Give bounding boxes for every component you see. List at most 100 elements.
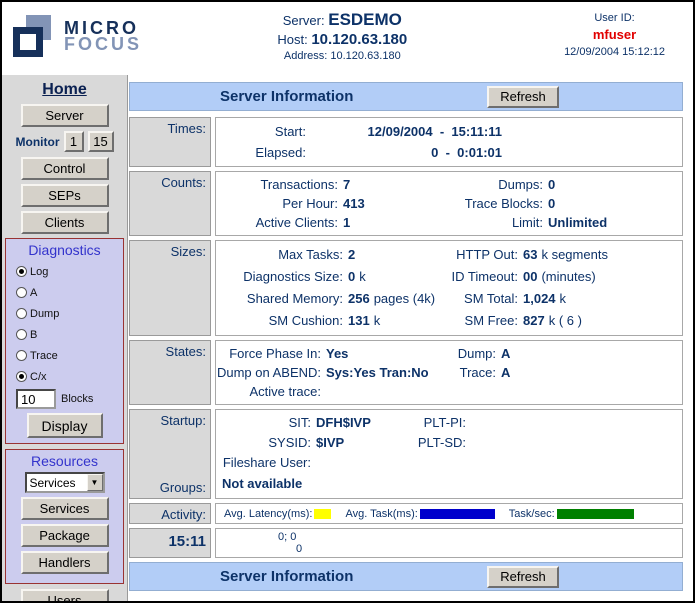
radio-trace-icon[interactable] [16,350,27,361]
monitor-label: Monitor [16,135,60,149]
server-label: Server: [283,13,325,28]
counts-row: Per Hour:413Trace Blocks:0 [216,194,682,213]
radio-log-icon[interactable] [16,266,27,277]
monitor-1-button[interactable]: 1 [64,131,84,152]
elapsed-value: 0 - 0:01:01 [306,142,502,163]
host-value: 10.120.63.180 [311,31,407,48]
radio-log[interactable]: Log [16,261,78,282]
monitor-15-button[interactable]: 15 [88,131,114,152]
states-values: Force Phase In:YesDump:A Dump on ABEND:S… [215,340,683,405]
activity-section: Activity: Avg. Latency(ms): Avg. Task(ms… [129,503,683,524]
startup-label-text: Startup: [160,413,206,428]
host-line: Host: 10.120.63.180 [277,31,407,48]
micro-focus-logo: MICRO FOCUS [12,12,142,60]
radio-log-label: Log [30,266,48,278]
main-content: Server Information Refresh Times: Start:… [128,75,693,603]
task-sec-swatch [557,509,634,519]
blocks-input[interactable] [16,389,56,409]
resources-dropdown-value: Services [27,474,87,491]
startup-row: Fileshare User: [216,453,682,473]
server-button[interactable]: Server [21,104,109,127]
footer-title: Server Information [220,568,353,585]
start-value: 12/09/2004 - 15:11:11 [306,121,502,142]
sizes-values: Max Tasks:2HTTP Out:63k segments Diagnos… [215,240,683,336]
es-admin-window: MICRO FOCUS Server: ESDEMO Host: 10.120.… [0,0,695,603]
server-name: ESDEMO [328,10,402,29]
control-button[interactable]: Control [21,157,109,180]
blocks-row: Blocks [8,389,121,409]
radio-a-icon[interactable] [16,287,27,298]
blocks-label: Blocks [61,393,93,405]
latency-swatch [314,509,331,519]
resources-panel: Resources Services ▼ Services Package Ha… [5,449,124,584]
elapsed-key: Elapsed: [216,142,306,163]
host-label: Host: [277,32,307,47]
radio-b-icon[interactable] [16,329,27,340]
login-timestamp: 12/09/2004 15:12:12 [564,46,665,58]
startup-section: Startup: Groups: SIT:DFH$IVPPLT-PI: SYSI… [129,409,683,499]
refresh-button-top[interactable]: Refresh [487,86,559,108]
sizes-section: Sizes: Max Tasks:2HTTP Out:63k segments … [129,240,683,336]
diagnostics-title: Diagnostics [8,242,121,258]
activity-time-label: 15:11 [129,528,211,558]
services-button[interactable]: Services [21,497,109,520]
states-row: Force Phase In:YesDump:A [216,344,682,363]
users-button[interactable]: Users [21,589,109,603]
server-line: Server: ESDEMO [277,10,407,30]
task-ms-legend-label: Avg. Task(ms): [345,508,417,520]
chevron-down-icon[interactable]: ▼ [87,474,103,491]
counts-row: Active Clients:1Limit:Unlimited [216,213,682,232]
seps-button[interactable]: SEPs [21,184,109,207]
activity-label: Activity: [129,503,211,524]
counts-values: Transactions:7Dumps:0 Per Hour:413Trace … [215,171,683,236]
states-label: States: [129,340,211,405]
package-button[interactable]: Package [21,524,109,547]
monitor-row: Monitor 1 15 [2,131,127,152]
start-key: Start: [216,121,306,142]
radio-cx-label: C/x [30,371,47,383]
radio-cx-icon[interactable] [16,371,27,382]
radio-trace[interactable]: Trace [16,345,78,366]
radio-a[interactable]: A [16,282,60,303]
sizes-row: Diagnostics Size:0kID Timeout:00(minutes… [216,266,682,288]
radio-trace-label: Trace [30,350,58,362]
radio-a-label: A [30,287,37,299]
counts-section: Counts: Transactions:7Dumps:0 Per Hour:4… [129,171,683,236]
radio-cx[interactable]: C/x [16,366,60,387]
address-value: 10.120.63.180 [330,50,400,62]
counts-label: Counts: [129,171,211,236]
radio-dump-icon[interactable] [16,308,27,319]
sizes-label: Sizes: [129,240,211,336]
display-button[interactable]: Display [27,413,103,438]
activity-legend: Avg. Latency(ms): Avg. Task(ms): Task/se… [215,503,683,524]
server-information-footer: Server Information Refresh [129,562,683,591]
sizes-row: Shared Memory:256pages (4k)SM Total:1,02… [216,288,682,310]
logo-square-dark [13,27,43,57]
latency-legend-label: Avg. Latency(ms): [224,508,312,520]
diagnostics-radios: Log A Dump B [8,261,121,387]
handlers-button[interactable]: Handlers [21,551,109,574]
radio-b[interactable]: B [16,324,60,345]
resources-title: Resources [8,453,121,469]
activity-time-section: 15:11 0; 0 0 [129,528,683,558]
startup-row: SIT:DFH$IVPPLT-PI: [216,413,682,433]
startup-row: SYSID:$IVPPLT-SD: [216,433,682,453]
states-row: Active trace: [216,382,682,401]
counts-row: Transactions:7Dumps:0 [216,175,682,194]
server-identity: Server: ESDEMO Host: 10.120.63.180 Addre… [277,10,407,62]
clients-button[interactable]: Clients [21,211,109,234]
radio-dump-label: Dump [30,308,59,320]
micro-focus-logo-icon [12,12,58,60]
states-section: States: Force Phase In:YesDump:A Dump on… [129,340,683,405]
startup-label: Startup: Groups: [129,409,211,499]
radio-dump[interactable]: Dump [16,303,78,324]
radio-b-label: B [30,329,37,341]
home-link[interactable]: Home [42,81,86,99]
sizes-row: Max Tasks:2HTTP Out:63k segments [216,244,682,266]
resources-dropdown[interactable]: Services ▼ [25,472,105,493]
logo-line2: FOCUS [64,36,142,52]
groups-label-text: Groups: [160,480,206,495]
logo-text: MICRO FOCUS [64,20,142,52]
refresh-button-bottom[interactable]: Refresh [487,566,559,588]
activity-value-line2: 0 [216,543,682,555]
